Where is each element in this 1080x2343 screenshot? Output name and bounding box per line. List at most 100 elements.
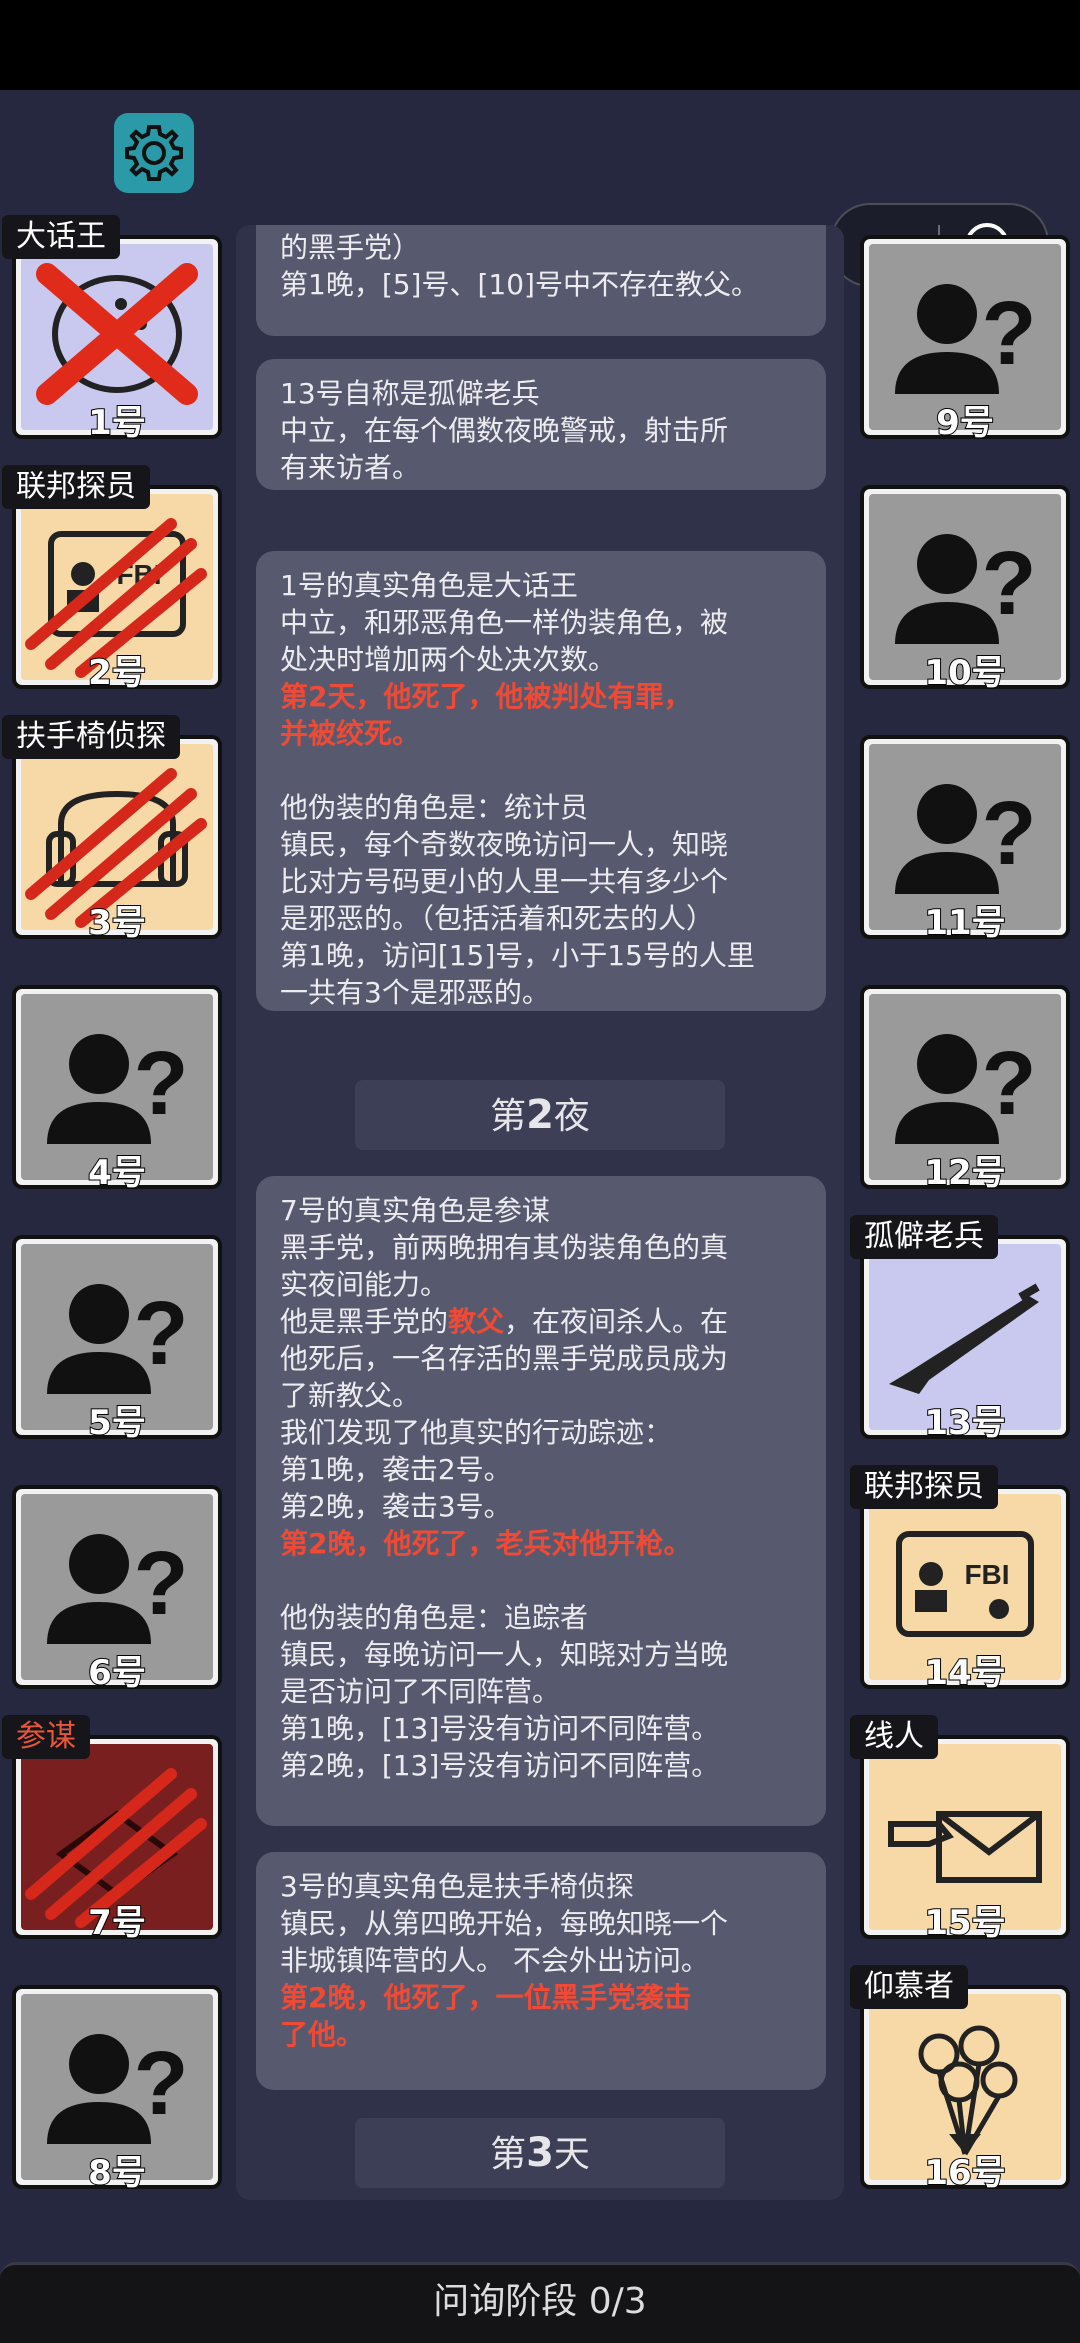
log-line: 3号的真实角色是扶手椅侦探 bbox=[280, 1870, 634, 1903]
gear-icon bbox=[125, 125, 183, 181]
log-spacer bbox=[280, 752, 802, 789]
svg-text:?: ? bbox=[134, 2034, 189, 2134]
player-card-5[interactable]: ? 5号 bbox=[12, 1235, 222, 1445]
death-line: 第2晚，他死了，一位黑手党袭击 bbox=[280, 1981, 692, 2014]
log-line: 是邪恶的。（包括活着和死去的人） bbox=[280, 902, 715, 935]
role-tag: 线人 bbox=[850, 1715, 938, 1759]
player-number: 9号 bbox=[935, 402, 995, 444]
log-line: 比对方号码更小的人里一共有多少个 bbox=[280, 865, 729, 898]
player-card-11[interactable]: ? 11号 bbox=[860, 735, 1070, 945]
svg-text:?: ? bbox=[134, 1284, 189, 1384]
status-bar bbox=[0, 0, 1080, 90]
svg-text:FBI: FBI bbox=[964, 1559, 1009, 1590]
player-card-8[interactable]: ? 8号 bbox=[12, 1985, 222, 2195]
role-tag: 大话王 bbox=[2, 215, 120, 259]
svg-text:?: ? bbox=[982, 1034, 1037, 1134]
player-number: 3号 bbox=[87, 902, 147, 944]
log-line: 他是黑手党的教父，在夜间杀人。在 bbox=[280, 1303, 802, 1340]
player-number: 12号 bbox=[923, 1152, 1006, 1194]
player-number: 8号 bbox=[87, 2152, 147, 2194]
stage-footer: 问询阶段 0/3 bbox=[0, 2262, 1080, 2343]
player-card-10[interactable]: ? 10号 bbox=[860, 485, 1070, 695]
log-bubble: 3号的真实角色是扶手椅侦探 镇民，从第四晚开始，每晚知晓一个 非城镇阵营的人。 … bbox=[256, 1852, 826, 2090]
event-log[interactable]: 的黑手党） 第1晚，[5]号、[10]号中不存在教父。 13号自称是孤僻老兵 中… bbox=[236, 225, 844, 2200]
player-card-12[interactable]: ? 12号 bbox=[860, 985, 1070, 1195]
log-line: 他伪装的角色是：统计员 bbox=[280, 791, 589, 824]
player-card-4[interactable]: ? 4号 bbox=[12, 985, 222, 1195]
settings-button[interactable] bbox=[114, 113, 194, 193]
role-tag: 联邦探员 bbox=[850, 1465, 998, 1509]
phase-separator: 第2夜 bbox=[355, 1080, 725, 1150]
log-line: 7号的真实角色是参谋 bbox=[280, 1194, 550, 1227]
log-bubble: 13号自称是孤僻老兵 中立，在每个偶数夜晚警戒，射击所 有来访者。 bbox=[256, 359, 826, 490]
stage-label: 问询阶段 0/3 bbox=[433, 2281, 647, 2322]
log-line: 实夜间能力。 bbox=[280, 1268, 449, 1301]
svg-text:?: ? bbox=[982, 784, 1037, 884]
log-line: 处决时增加两个处决次数。 bbox=[280, 643, 617, 676]
log-line: 镇民，从第四晚开始，每晚知晓一个 bbox=[280, 1907, 729, 1940]
player-number: 13号 bbox=[923, 1402, 1006, 1444]
phase-suffix: 天 bbox=[553, 2134, 590, 2175]
player-number: 10号 bbox=[923, 652, 1006, 694]
log-line: 一共有3个是邪恶的。 bbox=[280, 976, 550, 1009]
player-card-2[interactable]: FBI 联邦探员 2号 bbox=[2, 465, 222, 695]
player-card-9[interactable]: ? 9号 bbox=[860, 235, 1070, 445]
death-line: 第2晚，他死了，老兵对他开枪。 bbox=[280, 1527, 692, 1560]
player-number: 16号 bbox=[923, 2152, 1006, 2194]
log-line: 我们发现了他真实的行动踪迹： bbox=[280, 1416, 673, 1449]
player-card-6[interactable]: ? 6号 bbox=[12, 1485, 222, 1695]
log-line: 第2晚，袭击3号。 bbox=[280, 1490, 512, 1523]
death-line: 第2天，他死了，他被判处有罪， bbox=[280, 680, 692, 713]
player-card-1[interactable]: 大话王 1号 bbox=[2, 215, 222, 445]
phase-suffix: 夜 bbox=[553, 1096, 590, 1137]
player-number: 11号 bbox=[923, 902, 1006, 944]
phase-prefix: 第 bbox=[490, 2134, 527, 2175]
player-number: 14号 bbox=[923, 1652, 1006, 1694]
log-line: 中立，在每个偶数夜晚警戒，射击所 bbox=[280, 414, 729, 447]
godfather-post: ，在夜间杀人。在 bbox=[504, 1305, 729, 1338]
log-line: 他死后，一名存活的黑手党成员成为 bbox=[280, 1342, 729, 1375]
log-line: 第2晚，[13]号没有访问不同阵营。 bbox=[280, 1749, 720, 1782]
player-card-13[interactable]: 孤僻老兵 13号 bbox=[850, 1215, 1070, 1445]
role-tag: 联邦探员 bbox=[2, 465, 150, 509]
godfather-pre: 他是黑手党的 bbox=[280, 1305, 449, 1338]
death-line: 并被绞死。 bbox=[280, 717, 421, 750]
phase-number: 2 bbox=[526, 1092, 554, 1138]
log-line: 镇民，每个奇数夜晚访问一人，知晓 bbox=[280, 828, 729, 861]
player-number: 1号 bbox=[87, 402, 147, 444]
log-line: 中立，和邪恶角色一样伪装角色，被 bbox=[280, 606, 729, 639]
svg-text:?: ? bbox=[134, 1034, 189, 1134]
log-line: 第1晚，访问[15]号，小于15号的人里 bbox=[280, 939, 755, 972]
player-card-14[interactable]: FBI 联邦探员 14号 bbox=[850, 1465, 1070, 1695]
player-number: 6号 bbox=[87, 1652, 147, 1694]
log-line: 他伪装的角色是：追踪者 bbox=[280, 1601, 589, 1634]
player-card-7[interactable]: 参谋 7号 bbox=[2, 1715, 222, 1945]
svg-text:?: ? bbox=[982, 284, 1037, 384]
log-line: 13号自称是孤僻老兵 bbox=[280, 377, 540, 410]
log-line: 了新教父。 bbox=[280, 1379, 421, 1412]
role-tag: 孤僻老兵 bbox=[850, 1215, 998, 1259]
player-number: 5号 bbox=[87, 1402, 147, 1444]
log-line: 镇民，每晚访问一人，知晓对方当晚 bbox=[280, 1638, 729, 1671]
svg-text:?: ? bbox=[982, 534, 1037, 634]
phase-number: 3 bbox=[526, 2130, 554, 2176]
player-card-15[interactable]: 线人 15号 bbox=[850, 1715, 1070, 1945]
player-card-3[interactable]: 扶手椅侦探 3号 bbox=[2, 715, 222, 945]
role-tag: 扶手椅侦探 bbox=[2, 715, 180, 759]
player-number: 7号 bbox=[87, 1902, 147, 1944]
log-line: 第1晚，袭击2号。 bbox=[280, 1453, 512, 1486]
phase-prefix: 第 bbox=[490, 1096, 527, 1137]
log-line: 的黑手党） bbox=[280, 231, 421, 264]
log-spacer bbox=[280, 1562, 802, 1599]
log-line: 有来访者。 bbox=[280, 451, 421, 484]
death-line: 了他。 bbox=[280, 2018, 365, 2051]
svg-text:?: ? bbox=[134, 1534, 189, 1634]
player-card-16[interactable]: 仰慕者 16号 bbox=[850, 1965, 1070, 2195]
log-bubble: 1号的真实角色是大话王 中立，和邪恶角色一样伪装角色，被 处决时增加两个处决次数… bbox=[256, 551, 826, 1011]
player-number: 15号 bbox=[923, 1902, 1006, 1944]
godfather-highlight: 教父 bbox=[448, 1305, 505, 1338]
log-bubble: 7号的真实角色是参谋 黑手党，前两晚拥有其伪装角色的真 实夜间能力。 他是黑手党… bbox=[256, 1176, 826, 1826]
log-bubble: 的黑手党） 第1晚，[5]号、[10]号中不存在教父。 bbox=[256, 225, 826, 336]
role-tag: 参谋 bbox=[2, 1715, 90, 1759]
log-line: 是否访问了不同阵营。 bbox=[280, 1675, 561, 1708]
